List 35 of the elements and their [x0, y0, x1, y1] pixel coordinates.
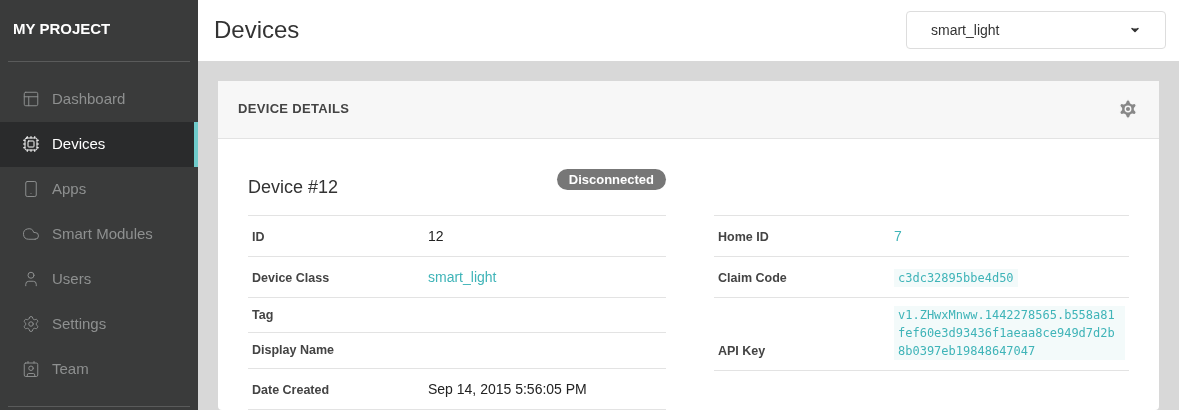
page-title: Devices: [214, 15, 300, 46]
code-value: v1.ZHwxMnww.1442278565.b558a81fef60e3d93436f1aeaa8ce949d7d2b8b0397eb19848647047: [894, 305, 1125, 360]
device-name: Device #12: [248, 175, 339, 199]
value-text: Sep 14, 2015 5:56:05 PM: [428, 381, 587, 397]
contact-card-icon: [22, 360, 40, 378]
nav-item[interactable]: Devices: [0, 121, 198, 167]
card-title: DEVICE DETAILS: [238, 100, 350, 119]
field-label: Display Name: [251, 342, 335, 360]
field-label: Date Created: [251, 382, 331, 399]
field-label: ID: [251, 228, 266, 246]
field-label: API Key: [717, 342, 767, 360]
status-badge: Disconnected: [556, 168, 666, 190]
nav-item[interactable]: Team: [0, 346, 198, 392]
chip-icon: [22, 135, 40, 153]
panels-icon: [22, 90, 40, 108]
project-title: MY PROJECT: [12, 19, 112, 39]
user-icon: [22, 270, 40, 288]
settings-icon: [22, 315, 40, 333]
field-label: Home ID: [717, 228, 770, 246]
value-link[interactable]: smart_light: [428, 268, 497, 285]
field-label: Claim Code: [717, 269, 788, 287]
nav-item[interactable]: Dashboard: [0, 76, 198, 122]
phone-icon: [22, 180, 40, 198]
settings-icon[interactable]: [1117, 98, 1139, 120]
device-select[interactable]: smart_light: [906, 11, 1166, 50]
value-text: 12: [428, 227, 444, 244]
nav-item[interactable]: Settings: [0, 301, 198, 347]
field-label: Tag: [251, 306, 275, 324]
field-label: Device Class: [251, 269, 331, 287]
code-value: c3dc32895bbe4d50: [894, 268, 1018, 287]
cloud-icon: [22, 225, 40, 243]
value-link[interactable]: 7: [894, 227, 902, 244]
nav-item[interactable]: Apps: [0, 166, 198, 212]
nav-item[interactable]: Users: [0, 256, 198, 302]
nav-item[interactable]: Smart Modules: [0, 211, 198, 257]
